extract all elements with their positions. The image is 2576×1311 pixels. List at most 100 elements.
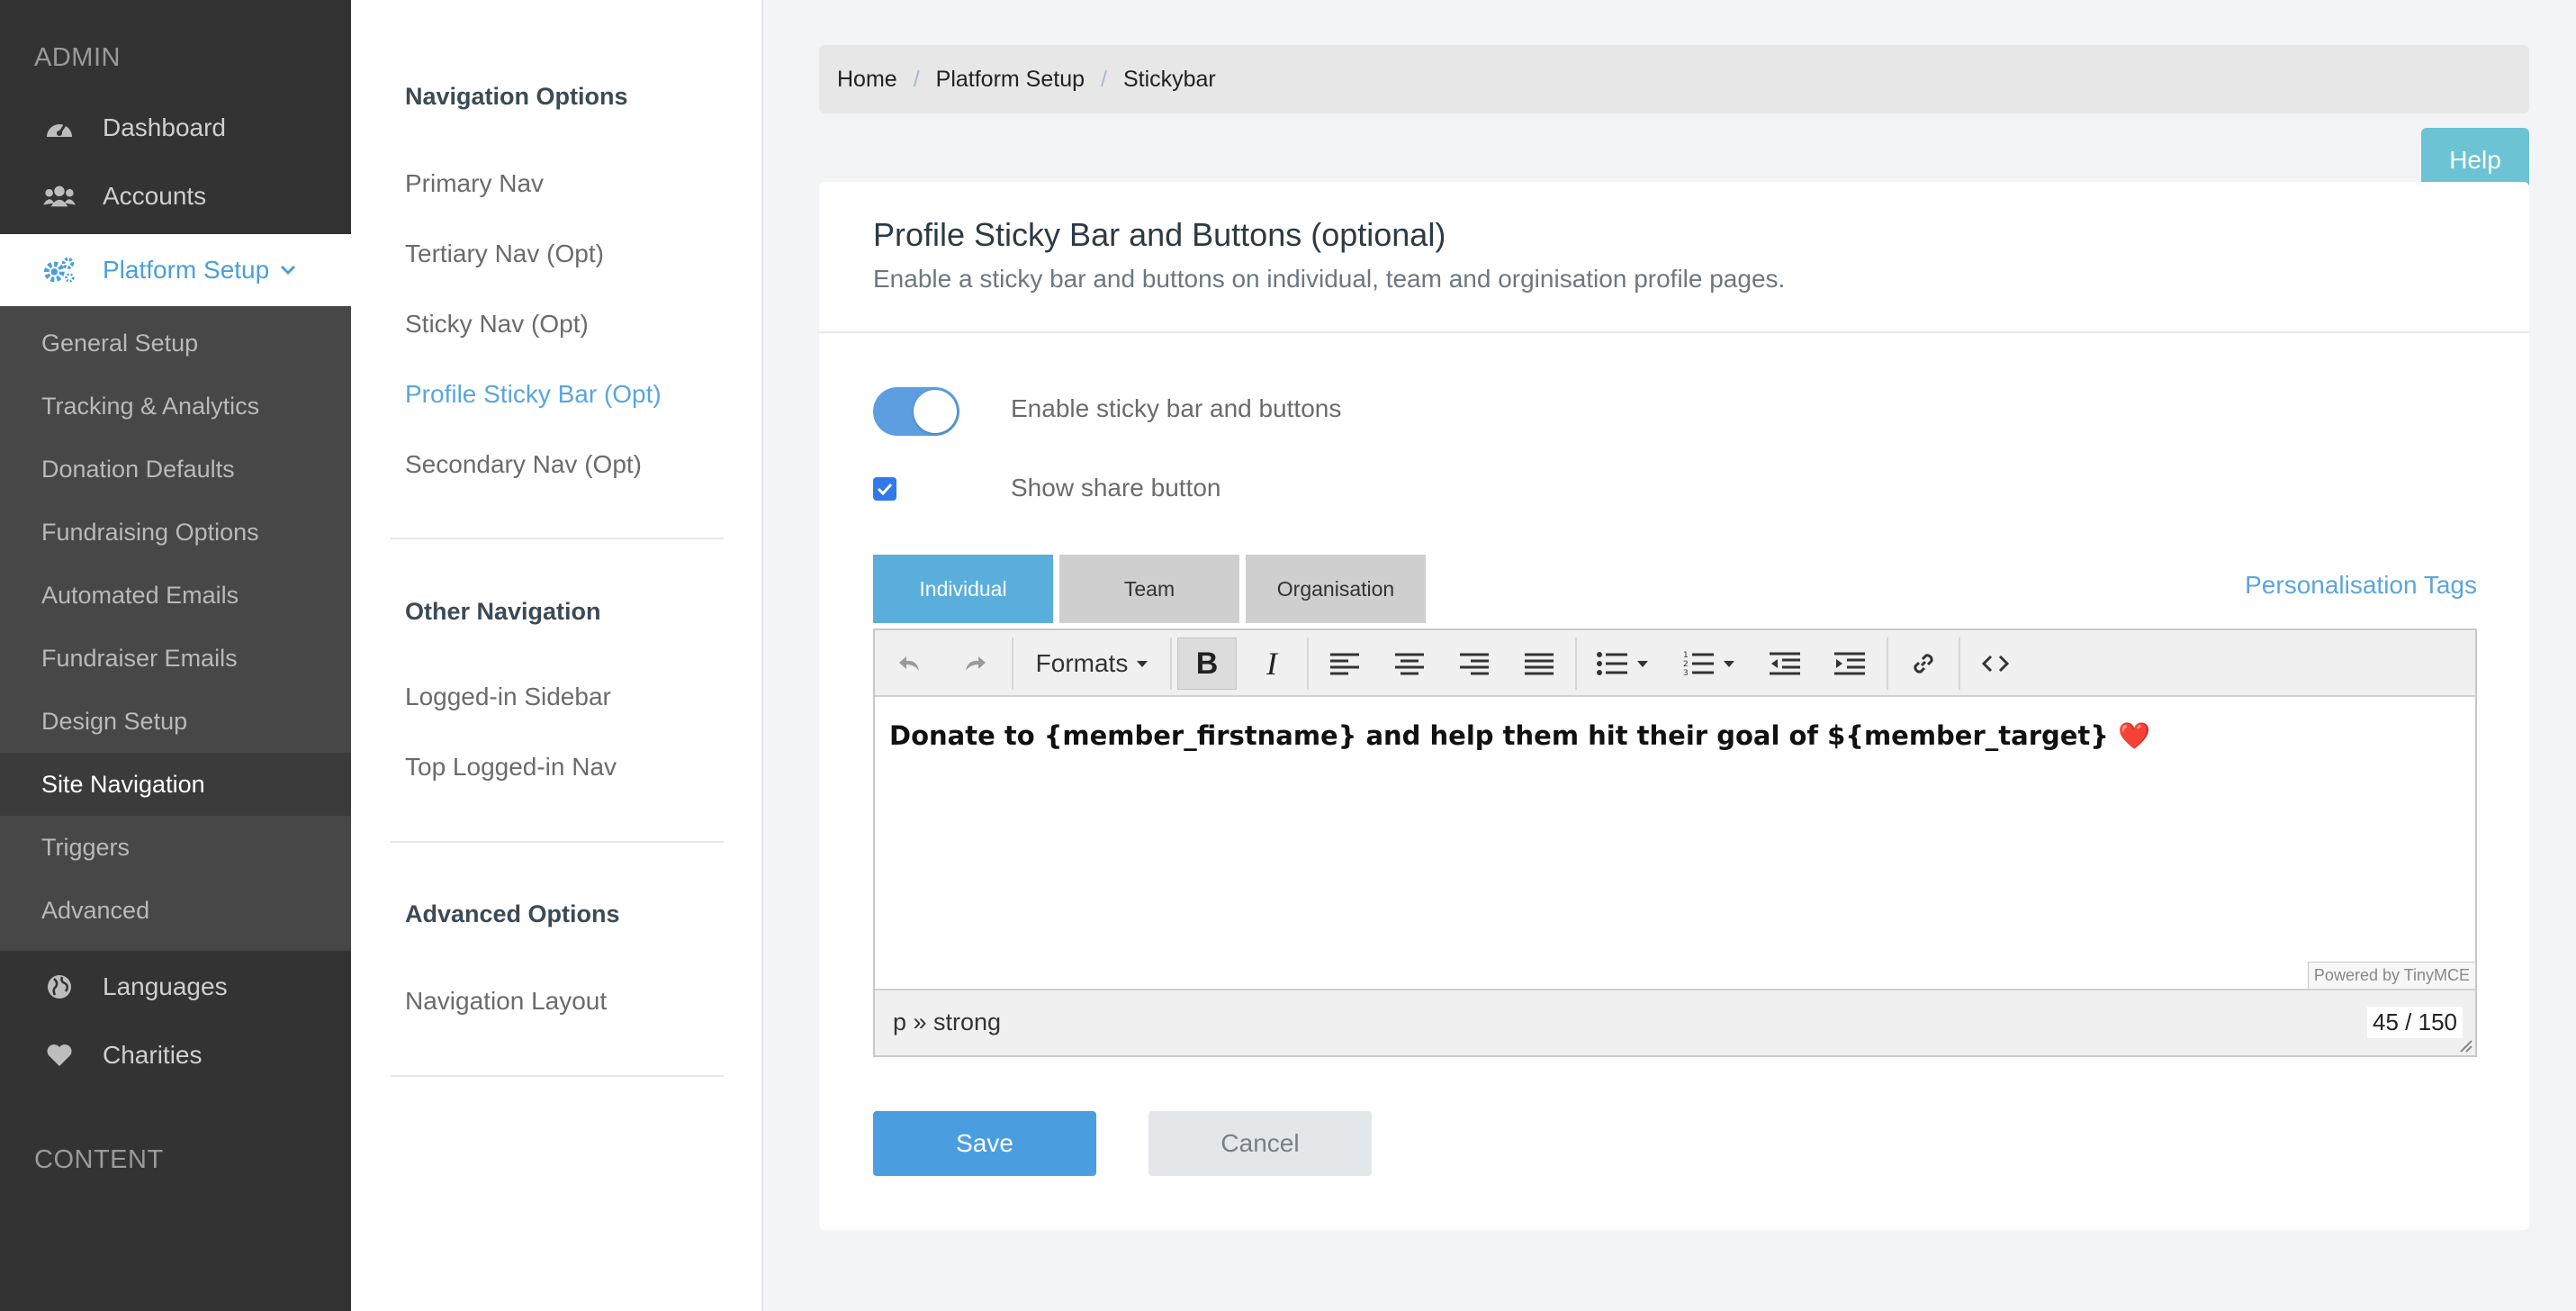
admin-sidebar: ADMIN Dashboard Accounts Platform Setup … — [0, 0, 351, 1311]
powered-by-tinymce: Powered by TinyMCE — [2307, 962, 2475, 989]
indent-button[interactable] — [1822, 637, 1878, 690]
numbered-list-icon: 123 — [1683, 651, 1714, 677]
subnav-link-navigation-layout[interactable]: Navigation Layout — [405, 987, 607, 1016]
italic-button[interactable]: I — [1244, 637, 1300, 690]
bullet-list-button[interactable] — [1584, 637, 1662, 690]
submenu-item-general-setup[interactable]: General Setup — [41, 330, 198, 357]
submenu-item-site-navigation[interactable]: Site Navigation — [41, 771, 205, 799]
submenu-item-fundraising-options[interactable]: Fundraising Options — [41, 519, 259, 547]
group-heading-navigation-options: Navigation Options — [405, 83, 628, 110]
code-icon — [1982, 655, 2009, 673]
bullet-list-icon — [1597, 652, 1627, 675]
page-subtitle: Enable a sticky bar and buttons on indiv… — [873, 265, 1786, 293]
submenu-item-advanced[interactable]: Advanced — [41, 897, 149, 925]
breadcrumb: Home / Platform Setup / Stickybar — [819, 45, 2529, 113]
dashboard-icon — [43, 112, 76, 144]
undo-icon — [899, 656, 919, 671]
divider — [391, 538, 724, 539]
submenu-item-donation-defaults[interactable]: Donation Defaults — [41, 456, 235, 484]
tab-organisation[interactable]: Organisation — [1246, 555, 1426, 623]
align-right-button[interactable] — [1447, 637, 1501, 690]
formats-dropdown[interactable]: Formats — [1022, 637, 1163, 690]
group-heading-other-navigation: Other Navigation — [405, 598, 601, 625]
resize-handle-icon[interactable] — [2457, 1037, 2473, 1053]
redo-icon — [966, 656, 986, 671]
outdent-button[interactable] — [1757, 637, 1813, 690]
subnav-link-secondary-nav[interactable]: Secondary Nav (Opt) — [405, 450, 642, 479]
numbered-list-button[interactable]: 123 — [1671, 637, 1748, 690]
caret-down-icon — [1137, 661, 1148, 667]
bold-icon: B — [1195, 646, 1219, 681]
divider — [819, 331, 2529, 333]
show-share-button-checkbox[interactable] — [873, 477, 896, 501]
editor-content[interactable]: Donate to {member_firstname} and help th… — [889, 720, 2150, 752]
toolbar-separator — [1887, 637, 1888, 690]
checkmark-icon — [877, 483, 893, 495]
align-justify-icon — [1525, 653, 1554, 675]
subnav-link-primary-nav[interactable]: Primary Nav — [405, 169, 544, 198]
bold-button[interactable]: B — [1177, 637, 1237, 690]
align-left-button[interactable] — [1318, 637, 1372, 690]
align-right-icon — [1460, 653, 1489, 675]
sidebar-item-label: Charities — [103, 1041, 203, 1069]
breadcrumb-current: Stickybar — [1122, 66, 1216, 92]
toolbar-separator — [1959, 637, 1960, 690]
sidebar-item-accounts[interactable]: Accounts — [0, 162, 351, 231]
gears-icon — [43, 254, 76, 286]
divider — [391, 841, 724, 843]
toolbar-separator — [1012, 637, 1013, 690]
subnav-link-top-logged-in-nav[interactable]: Top Logged-in Nav — [405, 753, 617, 782]
toggle-label: Enable sticky bar and buttons — [1011, 394, 1342, 422]
toolbar-separator — [1307, 637, 1309, 690]
page-title: Profile Sticky Bar and Buttons (optional… — [873, 216, 1446, 253]
insert-link-button[interactable] — [1896, 637, 1951, 690]
toolbar-separator — [1170, 637, 1172, 690]
toggle-knob — [914, 390, 957, 433]
group-heading-advanced-options: Advanced Options — [405, 900, 620, 927]
subnav-link-logged-in-sidebar[interactable]: Logged-in Sidebar — [405, 683, 611, 711]
formats-label: Formats — [1035, 649, 1129, 677]
divider — [391, 1075, 724, 1077]
subnav-link-sticky-nav[interactable]: Sticky Nav (Opt) — [405, 310, 589, 339]
submenu-item-fundraiser-emails[interactable]: Fundraiser Emails — [41, 645, 238, 673]
subnav-link-profile-sticky-bar[interactable]: Profile Sticky Bar (Opt) — [405, 380, 662, 409]
align-center-button[interactable] — [1383, 637, 1437, 690]
caret-down-icon — [1724, 661, 1734, 667]
undo-button[interactable] — [882, 637, 936, 690]
align-justify-button[interactable] — [1512, 637, 1566, 690]
caret-down-icon — [1637, 661, 1648, 667]
source-code-button[interactable] — [1968, 637, 2023, 690]
align-left-icon — [1330, 653, 1359, 675]
enable-sticky-bar-toggle[interactable] — [873, 387, 959, 436]
tab-team[interactable]: Team — [1059, 555, 1239, 623]
svg-text:2: 2 — [1683, 660, 1689, 669]
breadcrumb-platform-setup[interactable]: Platform Setup — [936, 67, 1085, 93]
sidebar-item-platform-setup[interactable]: Platform Setup — [0, 234, 351, 306]
align-center-icon — [1395, 653, 1424, 675]
editor-toolbar: Formats B I 1 2 3 — [875, 630, 2475, 697]
submenu-item-tracking-analytics[interactable]: Tracking & Analytics — [41, 393, 259, 420]
italic-icon: I — [1266, 646, 1277, 682]
section-admin-label: ADMIN — [34, 43, 121, 72]
navigation-options-panel: Navigation Options Primary Nav Tertiary … — [351, 0, 763, 1311]
element-path: p » strong — [893, 1008, 1002, 1035]
tab-individual[interactable]: Individual — [873, 555, 1053, 623]
subnav-link-tertiary-nav[interactable]: Tertiary Nav (Opt) — [405, 240, 604, 268]
help-button[interactable]: Help — [2421, 128, 2529, 185]
sidebar-item-dashboard[interactable]: Dashboard — [0, 94, 351, 162]
sidebar-item-languages[interactable]: Languages — [0, 953, 351, 1021]
submenu-item-design-setup[interactable]: Design Setup — [41, 708, 187, 736]
submenu-item-triggers[interactable]: Triggers — [41, 834, 130, 862]
chevron-down-icon — [280, 265, 296, 276]
globe-icon — [43, 971, 76, 1003]
redo-button[interactable] — [949, 637, 1003, 690]
svg-text:1: 1 — [1683, 651, 1689, 660]
submenu-item-automated-emails[interactable]: Automated Emails — [41, 582, 239, 610]
cancel-button[interactable]: Cancel — [1148, 1111, 1372, 1176]
sidebar-item-charities[interactable]: Charities — [0, 1021, 351, 1089]
personalisation-tags-link[interactable]: Personalisation Tags — [2245, 571, 2477, 600]
save-button[interactable]: Save — [873, 1111, 1096, 1176]
breadcrumb-home[interactable]: Home — [837, 67, 897, 93]
rich-text-editor: Formats B I 1 2 3 Donate to {member_firs… — [873, 628, 2477, 1057]
link-icon — [1914, 654, 1933, 674]
